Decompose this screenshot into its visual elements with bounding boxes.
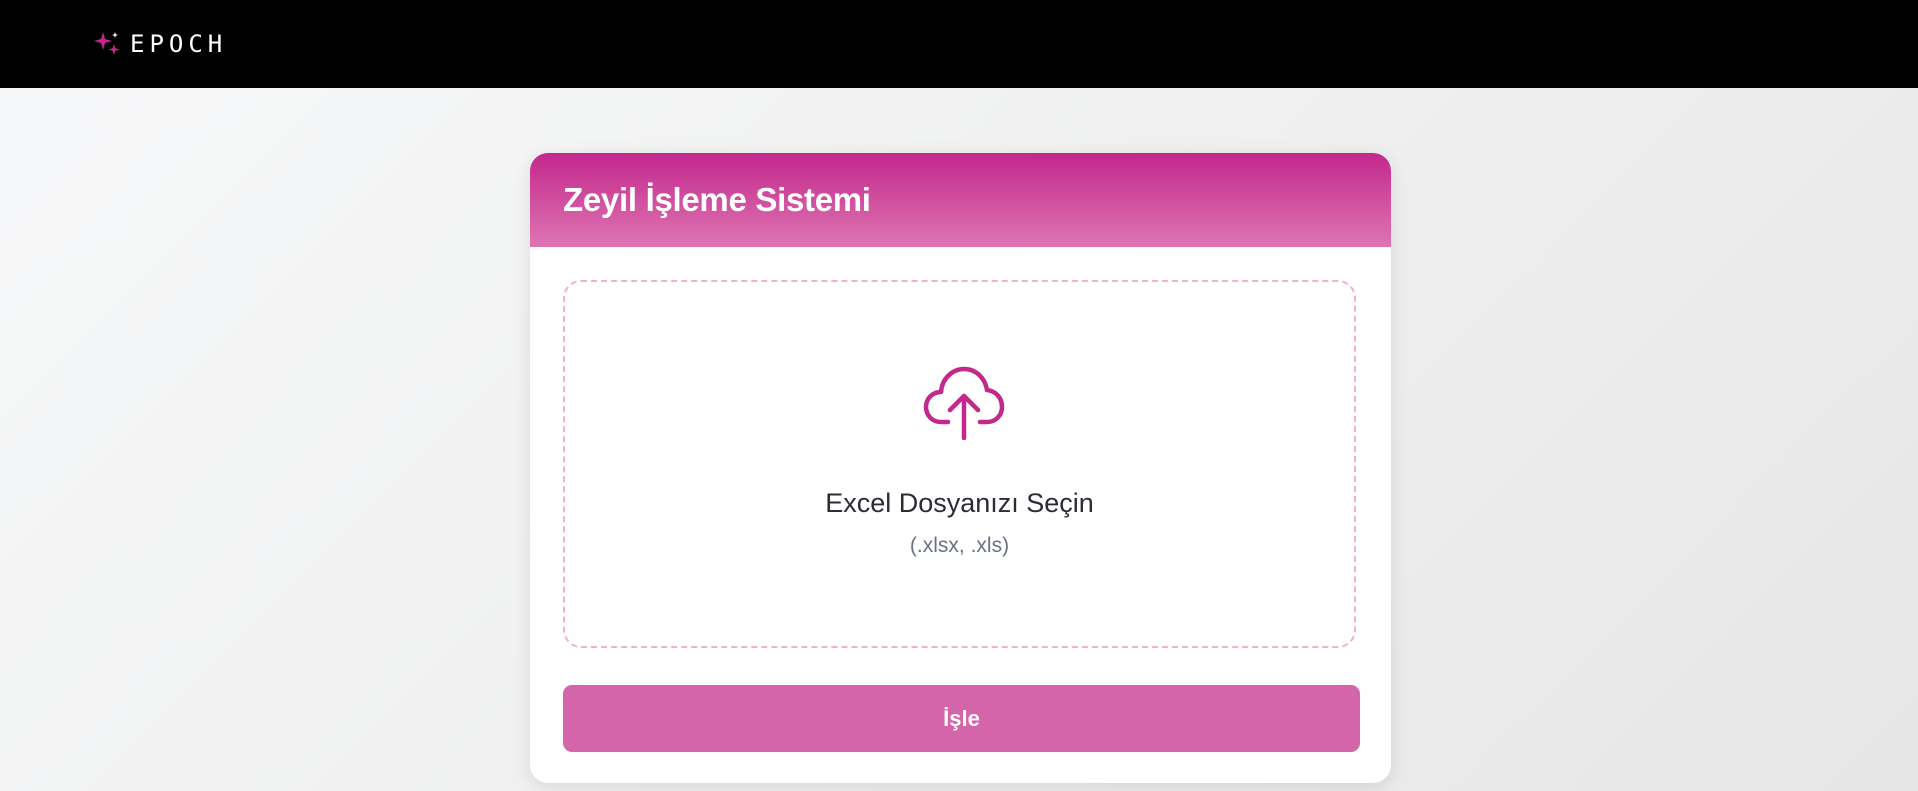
cloud-upload-icon bbox=[923, 366, 1005, 440]
dropzone-title: Excel Dosyanızı Seçin bbox=[825, 488, 1094, 518]
card-title: Zeyil İşleme Sistemi bbox=[563, 181, 871, 218]
process-button[interactable]: İşle bbox=[563, 685, 1360, 752]
logo-text: EPOCH bbox=[130, 30, 228, 58]
brand-logo[interactable]: EPOCH bbox=[92, 28, 227, 60]
top-navbar: EPOCH bbox=[0, 0, 1918, 88]
card-header: Zeyil İşleme Sistemi bbox=[530, 153, 1391, 247]
sparkle-icon bbox=[94, 32, 120, 55]
file-dropzone[interactable]: Excel Dosyanızı Seçin (.xlsx, .xls) bbox=[563, 280, 1356, 648]
upload-card: Zeyil İşleme Sistemi Excel Dosyanızı Seç… bbox=[530, 153, 1391, 783]
dropzone-file-types: (.xlsx, .xls) bbox=[909, 534, 1010, 557]
